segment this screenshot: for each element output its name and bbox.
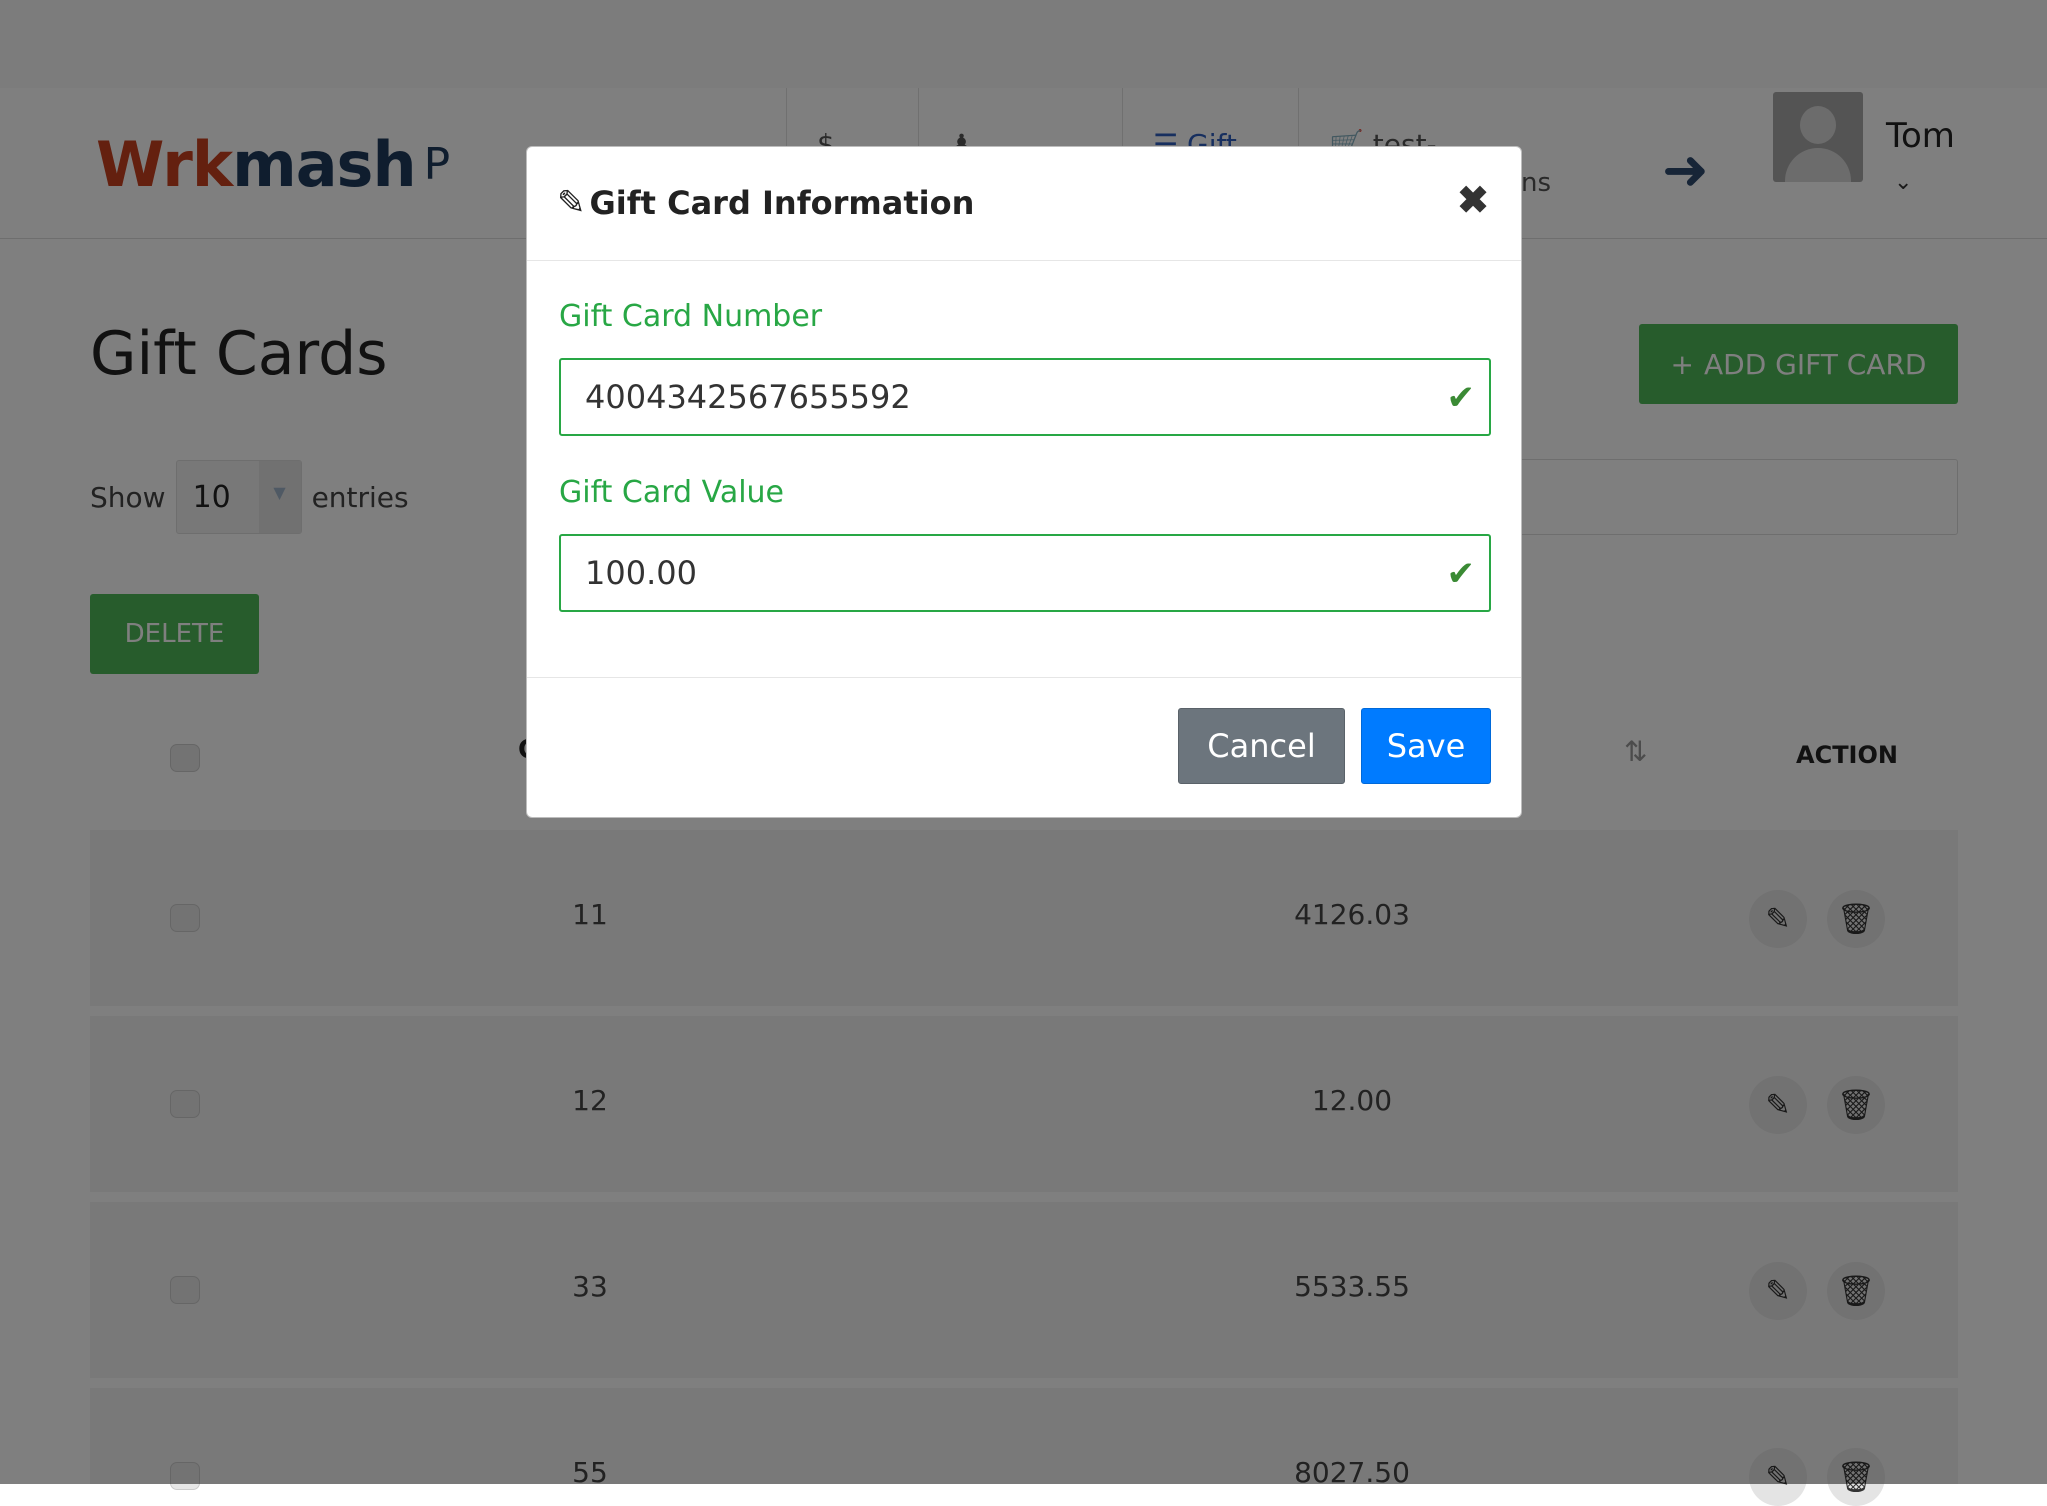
edit-icon: ✎ (557, 183, 586, 223)
gift-card-number-input[interactable]: 4004342567655592 ✔ (559, 358, 1491, 436)
gift-card-value-input[interactable]: 100.00 ✔ (559, 534, 1491, 612)
check-icon: ✔ (1446, 554, 1476, 594)
gift-card-modal: ✎ Gift Card Information ✖ Gift Card Numb… (526, 146, 1522, 818)
modal-header: ✎ Gift Card Information ✖ (527, 147, 1521, 261)
save-button[interactable]: Save (1361, 708, 1491, 784)
check-icon: ✔ (1446, 378, 1476, 418)
gift-card-value-label: Gift Card Value (559, 475, 785, 510)
close-icon[interactable]: ✖ (1451, 177, 1495, 224)
modal-title: ✎ Gift Card Information (557, 183, 975, 223)
modal-footer: Cancel Save (527, 677, 1521, 818)
cancel-button[interactable]: Cancel (1178, 708, 1345, 784)
gift-card-number-label: Gift Card Number (559, 299, 823, 334)
